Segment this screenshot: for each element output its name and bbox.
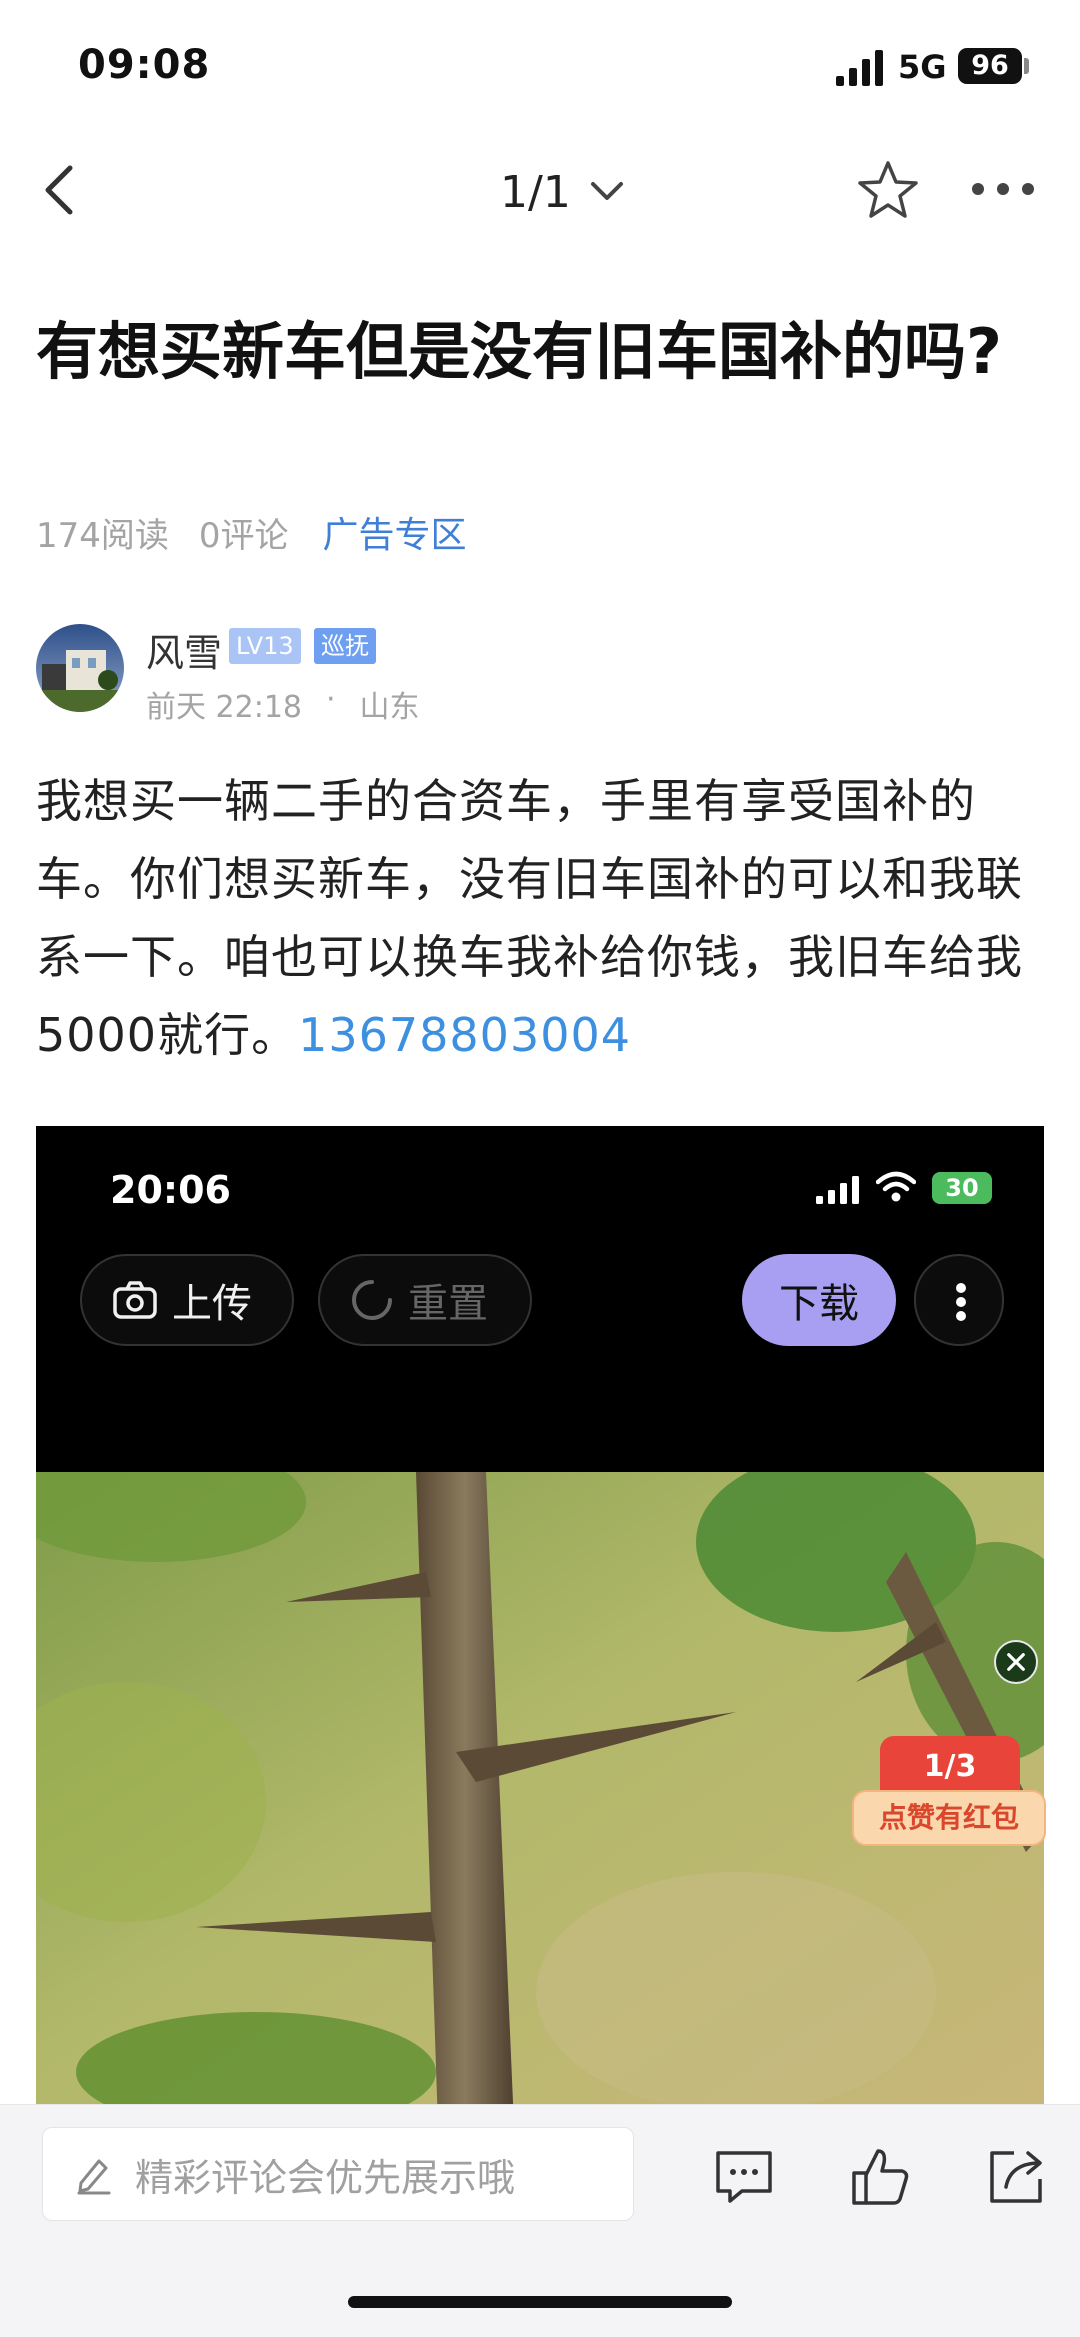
home-indicator[interactable]	[348, 2296, 732, 2308]
comment-input[interactable]: 精彩评论会优先展示哦	[42, 2127, 634, 2221]
role-badge: 巡抚	[314, 628, 376, 664]
page-selector[interactable]: 1/1	[500, 162, 625, 222]
embedded-signal-icon	[816, 1176, 859, 1204]
reset-button: 重置	[318, 1254, 532, 1346]
battery-cap	[1024, 58, 1029, 74]
comment-icon[interactable]	[712, 2145, 776, 2209]
chevron-down-icon	[590, 182, 623, 200]
network-label: 5G	[898, 48, 947, 86]
refresh-icon	[352, 1280, 392, 1320]
embedded-battery: 30	[932, 1172, 992, 1204]
post-location: 山东	[359, 690, 420, 725]
upload-button: 上传	[80, 1254, 294, 1346]
red-packet-count[interactable]: 1/3	[880, 1736, 1020, 1794]
like-icon[interactable]	[848, 2145, 912, 2209]
status-bar: 09:08 5G 96	[0, 0, 1080, 130]
level-badge: LV13	[229, 628, 301, 664]
post-info: 前天 22:18 · 山东	[146, 682, 420, 726]
status-time: 09:08	[78, 42, 211, 88]
battery-indicator: 96	[958, 48, 1022, 84]
share-icon[interactable]	[984, 2145, 1048, 2209]
reset-label: 重置	[408, 1281, 488, 1327]
red-packet-label[interactable]: 点赞有红包	[852, 1790, 1046, 1846]
author-name[interactable]: 风雪	[146, 622, 222, 677]
upload-label: 上传	[172, 1281, 252, 1327]
separator: ·	[326, 682, 336, 717]
article-title: 有想买新车但是没有旧车国补的吗?	[36, 315, 1002, 388]
signal-icon	[836, 50, 883, 86]
read-count: 174阅读	[36, 515, 169, 556]
embedded-image[interactable]: 20:06 30 上传 重置 下载	[36, 1126, 1044, 2126]
comment-count: 0评论	[198, 515, 289, 556]
article-body: 我想买一辆二手的合资车，手里有享受国补的车。你们想买新车，没有旧车国补的可以和我…	[36, 762, 1048, 1074]
phone-link[interactable]: 13678803004	[298, 1008, 631, 1062]
edit-icon	[77, 2159, 111, 2195]
comment-placeholder: 精彩评论会优先展示哦	[135, 2155, 516, 2200]
avatar[interactable]	[36, 624, 124, 712]
more-icon[interactable]	[968, 164, 1038, 214]
embedded-menu-button	[914, 1254, 1004, 1346]
category-link[interactable]: 广告专区	[323, 506, 467, 558]
embedded-app-header: 20:06 30 上传 重置 下载	[36, 1126, 1044, 1472]
camera-icon	[113, 1281, 157, 1319]
back-icon[interactable]	[36, 160, 86, 220]
vertical-more-icon	[956, 1283, 966, 1321]
article-meta: 174阅读 0评论 广告专区	[36, 506, 467, 558]
download-button: 下载	[742, 1254, 896, 1346]
download-label: 下载	[779, 1281, 859, 1327]
page-indicator: 1/1	[500, 166, 571, 218]
wifi-icon	[876, 1171, 916, 1202]
embedded-time: 20:06	[110, 1168, 231, 1212]
star-icon[interactable]	[856, 158, 920, 222]
post-time: 前天 22:18	[146, 690, 302, 725]
close-icon[interactable]	[994, 1640, 1038, 1684]
